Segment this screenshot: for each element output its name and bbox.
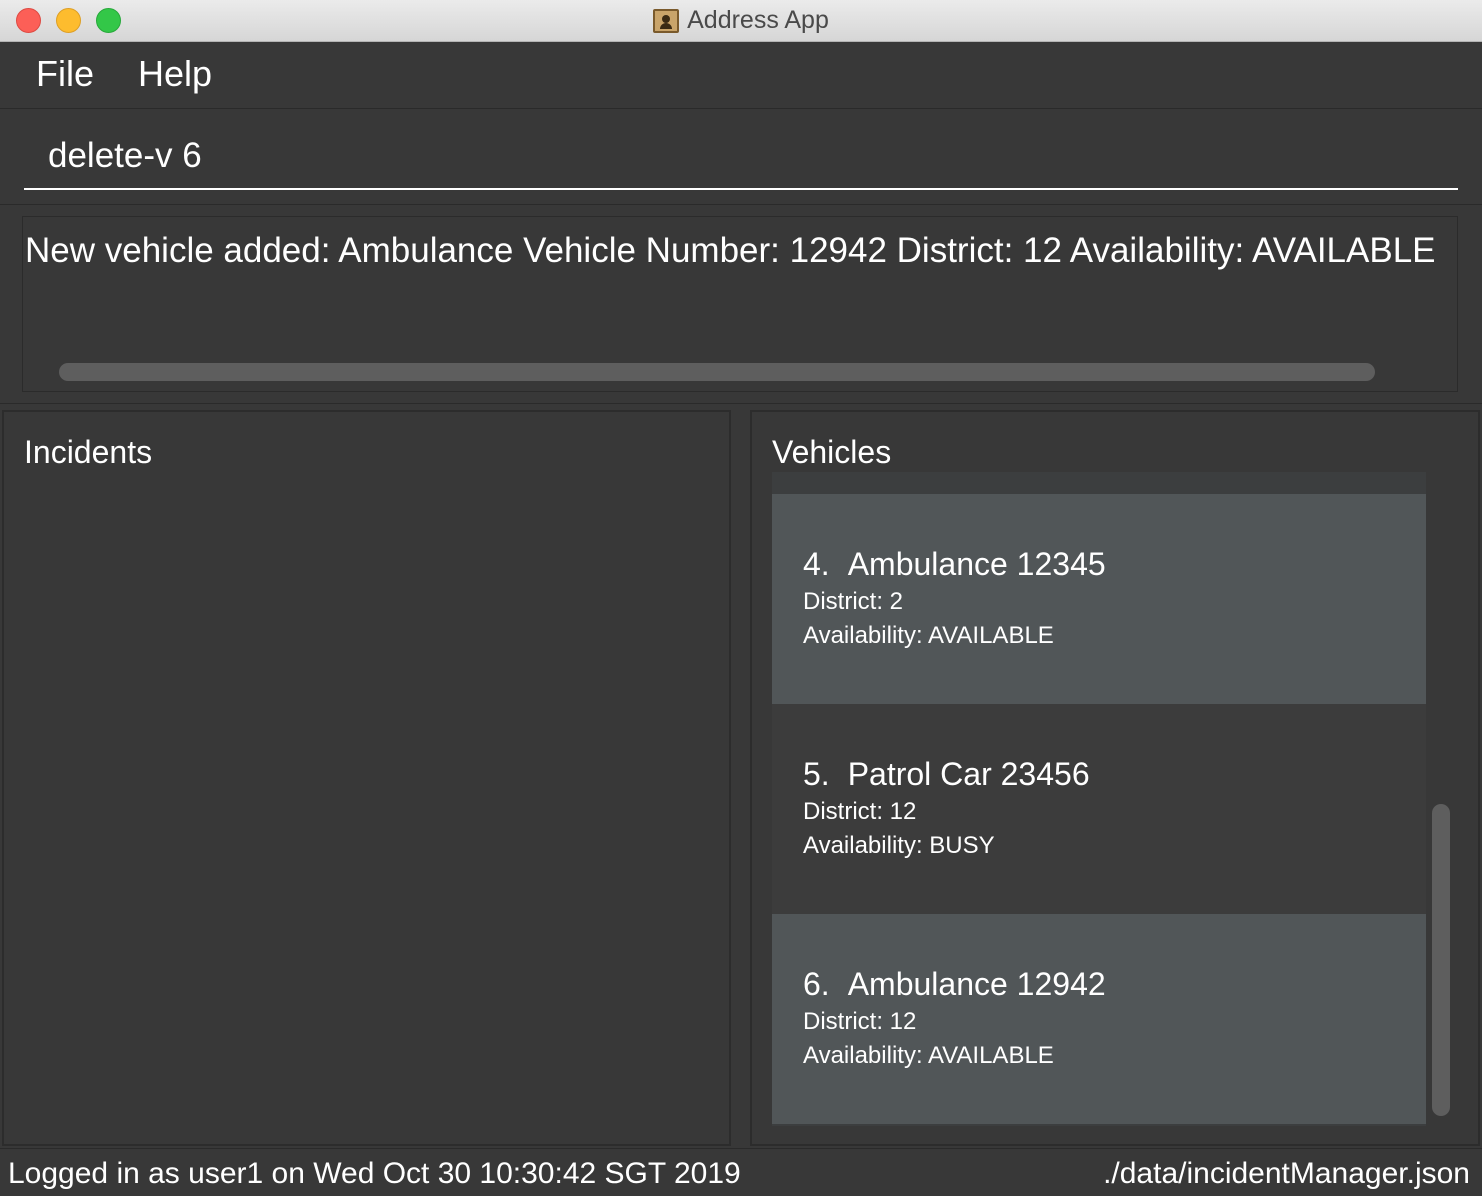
incidents-panel: Incidents <box>2 410 731 1146</box>
vehicle-index: 6. <box>803 966 830 1002</box>
menu-help[interactable]: Help <box>138 53 212 95</box>
vehicle-card[interactable]: 5. Patrol Car 23456 District: 12 Availabi… <box>772 704 1426 914</box>
vehicle-list[interactable]: 4. Ambulance 12345 District: 2 Availabili… <box>772 472 1426 1126</box>
command-box <box>0 110 1482 205</box>
address-book-icon <box>653 8 680 33</box>
title-bar: Address App <box>0 0 1482 42</box>
login-status: Logged in as user1 on Wed Oct 30 10:30:4… <box>8 1157 741 1190</box>
vehicle-district: District: 12 <box>803 798 917 825</box>
result-horizontal-scrollbar[interactable] <box>59 363 1375 381</box>
vehicles-title: Vehicles <box>772 434 892 470</box>
vehicle-card[interactable]: 6. Ambulance 12942 District: 12 Availabil… <box>772 914 1426 1124</box>
vehicle-list-scrollbar[interactable] <box>1432 804 1450 1116</box>
vehicle-name: Ambulance 12345 <box>847 546 1106 582</box>
menu-bar: File Help <box>0 43 1482 109</box>
vehicle-card[interactable]: 4. Ambulance 12345 District: 2 Availabili… <box>772 494 1426 704</box>
vehicle-name: Ambulance 12942 <box>847 966 1106 1002</box>
data-file-path: ./data/incidentManager.json <box>1103 1157 1470 1190</box>
vehicle-availability: Availability: AVAILABLE <box>803 622 1054 649</box>
result-message: New vehicle added: Ambulance Vehicle Num… <box>25 231 1436 270</box>
vehicle-card-heading: 5. Patrol Car 23456 <box>803 756 1090 793</box>
vehicle-index: 5. <box>803 756 830 792</box>
vehicle-name: Patrol Car 23456 <box>847 756 1090 792</box>
vehicles-panel: Vehicles 4. Ambulance 12345 District: 2 A… <box>750 410 1480 1146</box>
vehicle-index: 4. <box>803 546 830 582</box>
window-title-group: Address App <box>0 6 1482 36</box>
vehicle-availability: Availability: BUSY <box>803 832 995 859</box>
vehicle-district: District: 12 <box>803 1008 917 1035</box>
window-title: Address App <box>687 6 829 34</box>
vehicle-card-heading: 4. Ambulance 12345 <box>803 546 1106 583</box>
vehicle-district: District: 2 <box>803 588 904 615</box>
incidents-title: Incidents <box>24 434 153 470</box>
vehicle-availability: Availability: AVAILABLE <box>803 1042 1054 1069</box>
result-text-area[interactable]: New vehicle added: Ambulance Vehicle Num… <box>22 216 1458 392</box>
vehicle-card-heading: 6. Ambulance 12942 <box>803 966 1106 1003</box>
menu-file[interactable]: File <box>36 53 94 95</box>
command-input[interactable] <box>24 124 1458 190</box>
result-display: New vehicle added: Ambulance Vehicle Num… <box>0 206 1482 404</box>
status-bar: Logged in as user1 on Wed Oct 30 10:30:4… <box>0 1148 1482 1196</box>
